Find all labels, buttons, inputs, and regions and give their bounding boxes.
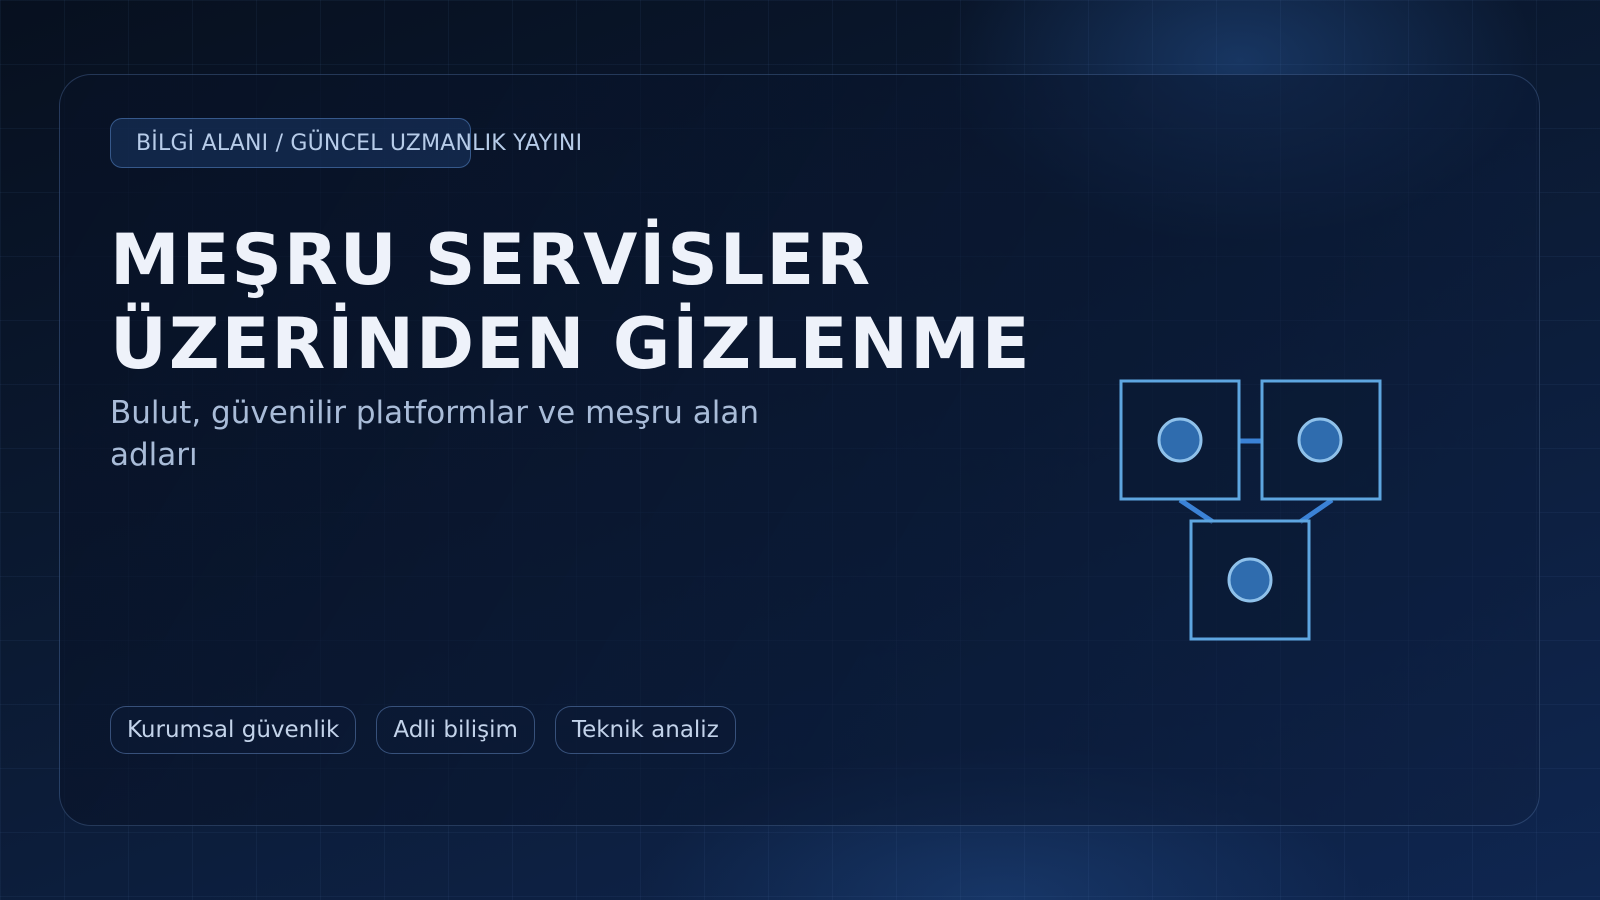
node-dot-right [1297,417,1343,463]
network-nodes-icon [1119,379,1382,641]
node-dot-left [1157,417,1203,463]
tag-digital-forensics: Adli bilişim [376,706,535,754]
tag-list: Kurumsal güvenlik Adli bilişim Teknik an… [110,706,736,754]
tag-technical-analysis: Teknik analiz [554,706,736,754]
node-dot-bottom [1227,557,1273,603]
page-title: MEŞRU SERVİSLER ÜZERİNDEN GİZLENME [110,218,1110,386]
link-left [1178,497,1215,525]
page-subtitle: Bulut, güvenilir platformlar ve meşru al… [110,395,759,473]
page-title-line-1: MEŞRU SERVİSLER [110,219,873,301]
page-title-line-2: ÜZERİNDEN GİZLENME [110,303,1032,385]
category-badge-label: BİLGİ ALANI / GÜNCEL UZMANLIK YAYINI [136,131,583,156]
tag-corporate-security: Kurumsal güvenlik [110,706,357,754]
link-right [1298,497,1334,525]
